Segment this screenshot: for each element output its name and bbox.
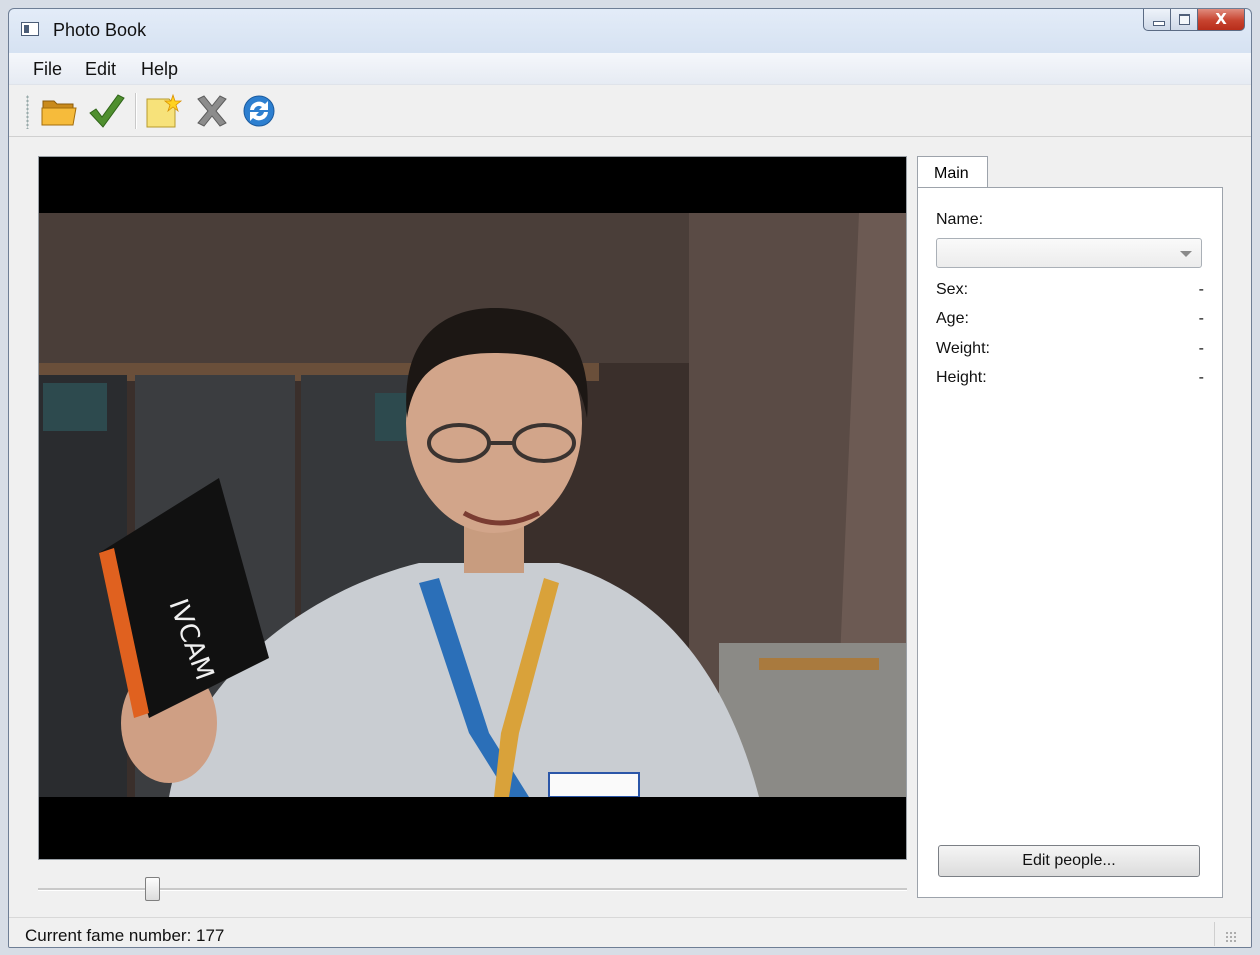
app-window: Photo Book X File Edit Help IVCAM Main N… — [8, 8, 1252, 948]
menu-bar: File Edit Help — [9, 53, 1251, 85]
status-bar: Current fame number: 177 — [9, 917, 1251, 947]
resize-grip-icon[interactable] — [1225, 931, 1237, 943]
checkmark-icon[interactable] — [87, 93, 127, 129]
folder-open-icon[interactable] — [39, 93, 79, 129]
name-combobox[interactable] — [936, 238, 1202, 268]
age-label: Age: — [936, 310, 969, 327]
close-icon: X — [1215, 10, 1227, 28]
close-button[interactable]: X — [1198, 9, 1245, 31]
weight-value: - — [1198, 340, 1204, 357]
slider-handle[interactable] — [145, 877, 160, 901]
refresh-icon[interactable] — [239, 93, 279, 129]
toolbar-grip[interactable] — [26, 95, 29, 129]
status-text: Current fame number: 177 — [25, 926, 225, 945]
height-label: Height: — [936, 369, 987, 386]
video-frame-view[interactable]: IVCAM — [38, 156, 907, 860]
status-separator — [1214, 922, 1215, 946]
video-frame-image: IVCAM — [39, 213, 906, 797]
name-label: Name: — [936, 211, 984, 228]
menu-file[interactable]: File — [33, 59, 62, 80]
menu-help[interactable]: Help — [141, 59, 178, 80]
height-value: - — [1198, 369, 1204, 386]
slider-track — [38, 888, 907, 891]
tab-main[interactable]: Main — [917, 156, 988, 188]
frame-slider[interactable] — [38, 877, 907, 901]
toolbar-separator — [135, 93, 137, 129]
weight-label: Weight: — [936, 340, 990, 357]
sex-value: - — [1198, 281, 1204, 298]
minimize-button[interactable] — [1143, 9, 1171, 31]
details-panel: Name: Sex: - Age: - Weight: - Height: - … — [917, 187, 1223, 898]
window-controls: X — [1143, 9, 1245, 31]
menu-edit[interactable]: Edit — [85, 59, 116, 80]
age-value: - — [1198, 310, 1204, 327]
app-icon — [21, 22, 39, 36]
maximize-button[interactable] — [1171, 9, 1198, 31]
chevron-down-icon — [1180, 251, 1192, 257]
sex-label: Sex: — [936, 281, 969, 298]
delete-x-icon[interactable] — [192, 93, 232, 129]
toolbar — [9, 85, 1251, 137]
edit-people-button[interactable]: Edit people... — [938, 845, 1200, 877]
new-document-icon[interactable] — [143, 93, 183, 129]
window-title: Photo Book — [53, 20, 147, 40]
title-bar[interactable]: Photo Book X — [9, 9, 1251, 53]
